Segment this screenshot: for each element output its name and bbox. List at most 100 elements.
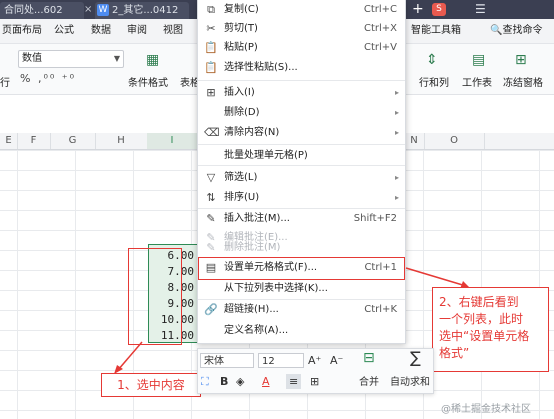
sort-icon: ⇅: [206, 191, 216, 204]
shortcut-label: Ctrl+V: [363, 42, 397, 53]
annotation-format-cells-highlight: [198, 257, 405, 280]
number-format-select[interactable]: 数值 ▼: [18, 50, 124, 68]
copy-icon: ⧉: [207, 3, 215, 16]
conditional-format-icon[interactable]: ▦: [146, 52, 159, 68]
merge-icon[interactable]: ⊟: [363, 351, 375, 366]
scissors-icon: ✂: [206, 22, 216, 35]
paste-special-icon: 📋: [204, 61, 218, 74]
row-label: 行: [0, 78, 10, 89]
menu-item-delete-comment: ✎ 删除批注(M): [198, 238, 405, 258]
menu-item-label: 删除批注(M): [224, 242, 281, 253]
freeze-panes-icon[interactable]: ⊞: [515, 52, 527, 68]
app-badge-icon[interactable]: S: [432, 3, 446, 16]
column-header-o[interactable]: O: [424, 133, 485, 149]
sum-icon[interactable]: ∑: [410, 350, 421, 366]
conditional-format-button[interactable]: 条件格式: [128, 74, 168, 89]
border-icon[interactable]: ⊞: [310, 374, 319, 389]
menu-item-filter[interactable]: ▽ 筛选(L) ▸: [198, 168, 405, 188]
freeze-panes-button[interactable]: 冻结窗格: [503, 74, 543, 89]
column-header-e[interactable]: E: [0, 133, 18, 149]
tab-label: 合同处...602: [4, 5, 63, 16]
menu-item-sort[interactable]: ⇅ 排序(U) ▸: [198, 188, 405, 208]
shortcut-label: Ctrl+X: [363, 23, 397, 34]
menu-smart-toolbox[interactable]: 智能工具箱: [411, 19, 461, 43]
tab-document-1[interactable]: 合同处...602: [0, 2, 84, 19]
menu-item-label: 剪切(T): [224, 23, 258, 34]
menu-item-batch[interactable]: 批量处理单元格(P): [198, 146, 405, 166]
word-doc-icon: W: [97, 4, 109, 16]
tab-document-2[interactable]: W 2_其它...0412: [95, 2, 189, 19]
chevron-down-icon: ▼: [113, 54, 120, 63]
menu-divider: [198, 144, 405, 145]
menu-item-label: 插入批注(M)...: [224, 213, 290, 224]
new-tab-button[interactable]: +: [412, 0, 424, 19]
menu-item-pick-from-list[interactable]: 从下拉列表中选择(K)...: [198, 279, 405, 299]
font-size-select[interactable]: 12: [258, 353, 304, 368]
worksheet-icon[interactable]: ▤: [472, 52, 485, 68]
watermark: @稀土掘金技术社区: [441, 404, 531, 415]
chevron-right-icon: ▸: [394, 193, 399, 202]
search-icon: 🔍: [490, 25, 503, 36]
menu-item-insert-comment[interactable]: ✎ 插入批注(M)... Shift+F2: [198, 209, 405, 229]
annotation-line: 格式”: [439, 346, 470, 360]
bold-button[interactable]: B: [220, 374, 228, 389]
column-header-f[interactable]: F: [17, 133, 51, 149]
align-center-icon[interactable]: ≡: [286, 374, 302, 389]
comment-icon: ✎: [206, 212, 216, 225]
filter-icon: ▽: [206, 171, 216, 184]
font-grow-button[interactable]: A⁺: [308, 353, 321, 368]
menu-item-label: 复制(C): [224, 4, 259, 15]
menu-item-copy[interactable]: ⧉ 复制(C) Ctrl+C: [198, 0, 405, 20]
menu-item-paste-special[interactable]: 📋 选择性粘贴(S)...: [198, 58, 405, 78]
annotation-step-1: 1、选中内容: [101, 373, 201, 397]
tab-label: 2_其它...0412: [112, 5, 179, 16]
rows-cols-button[interactable]: 行和列: [419, 74, 449, 89]
column-header-n[interactable]: N: [404, 133, 425, 149]
search-label: 查找命令: [502, 25, 543, 36]
menu-item-label: 筛选(L): [224, 172, 258, 183]
font-color-icon[interactable]: A: [262, 374, 270, 389]
menu-item-label: 批量处理单元格(P): [224, 150, 308, 161]
menu-review[interactable]: 审阅: [127, 19, 147, 43]
column-header-i[interactable]: I: [147, 133, 198, 149]
format-painter-icon[interactable]: ⛶: [201, 374, 209, 389]
mini-toolbar: 宋体 12 A⁺ A⁻ ⊟ ∑ ⛶ B ◈ A ≡ ⊞ 合并 自动求和: [197, 348, 434, 394]
menu-item-insert[interactable]: ⊞ 插入(I) ▸: [198, 83, 405, 103]
annotation-arrow-1: [114, 341, 143, 374]
merge-button[interactable]: 合并: [359, 375, 379, 390]
menu-icon[interactable]: ☰: [475, 1, 486, 18]
fill-color-icon[interactable]: ◈: [236, 374, 244, 389]
menu-item-label: 超链接(H)...: [224, 304, 279, 315]
menu-divider: [198, 80, 405, 81]
autosum-button[interactable]: 自动求和: [390, 375, 430, 390]
menu-item-delete[interactable]: 删除(D) ▸: [198, 103, 405, 123]
chevron-right-icon: ▸: [394, 108, 399, 117]
menu-item-define-name[interactable]: 定义名称(A)...: [198, 321, 405, 341]
link-icon: 🔗: [204, 303, 218, 316]
menu-item-cut[interactable]: ✂ 剪切(T) Ctrl+X: [198, 19, 405, 39]
shortcut-label: Ctrl+C: [363, 4, 397, 15]
menu-item-paste[interactable]: 📋 粘贴(P) Ctrl+V: [198, 38, 405, 58]
column-header-h[interactable]: H: [95, 133, 148, 149]
menu-item-label: 清除内容(N): [224, 127, 280, 138]
rows-cols-icon[interactable]: ⇕: [426, 52, 438, 68]
menu-item-hyperlink[interactable]: 🔗 超链接(H)... Ctrl+K: [198, 300, 405, 320]
annotation-step-2: 2、右键后看到 一个列表，此时 选中“设置单元格 格式”: [432, 287, 549, 372]
annotation-line: 一个列表，此时: [439, 312, 524, 326]
menu-view[interactable]: 视图: [163, 19, 183, 43]
close-icon[interactable]: ×: [84, 0, 92, 19]
menu-data[interactable]: 数据: [91, 19, 111, 43]
column-header-g[interactable]: G: [50, 133, 96, 149]
worksheet-button[interactable]: 工作表: [462, 74, 492, 89]
search-command[interactable]: 🔍查找命令: [490, 19, 542, 43]
font-family-select[interactable]: 宋体: [200, 353, 254, 368]
menu-page-layout[interactable]: 页面布局: [2, 19, 42, 43]
menu-divider: [198, 165, 405, 166]
menu-item-label: 从下拉列表中选择(K)...: [224, 283, 328, 294]
paste-icon: 📋: [204, 41, 218, 54]
menu-formulas[interactable]: 公式: [54, 19, 74, 43]
menu-item-clear[interactable]: ⌫ 清除内容(N) ▸: [198, 123, 405, 143]
font-shrink-button[interactable]: A⁻: [330, 353, 343, 368]
number-format-value: 数值: [22, 53, 42, 64]
number-format-buttons[interactable]: % ,⁰⁰ ⁺⁰: [20, 72, 76, 85]
